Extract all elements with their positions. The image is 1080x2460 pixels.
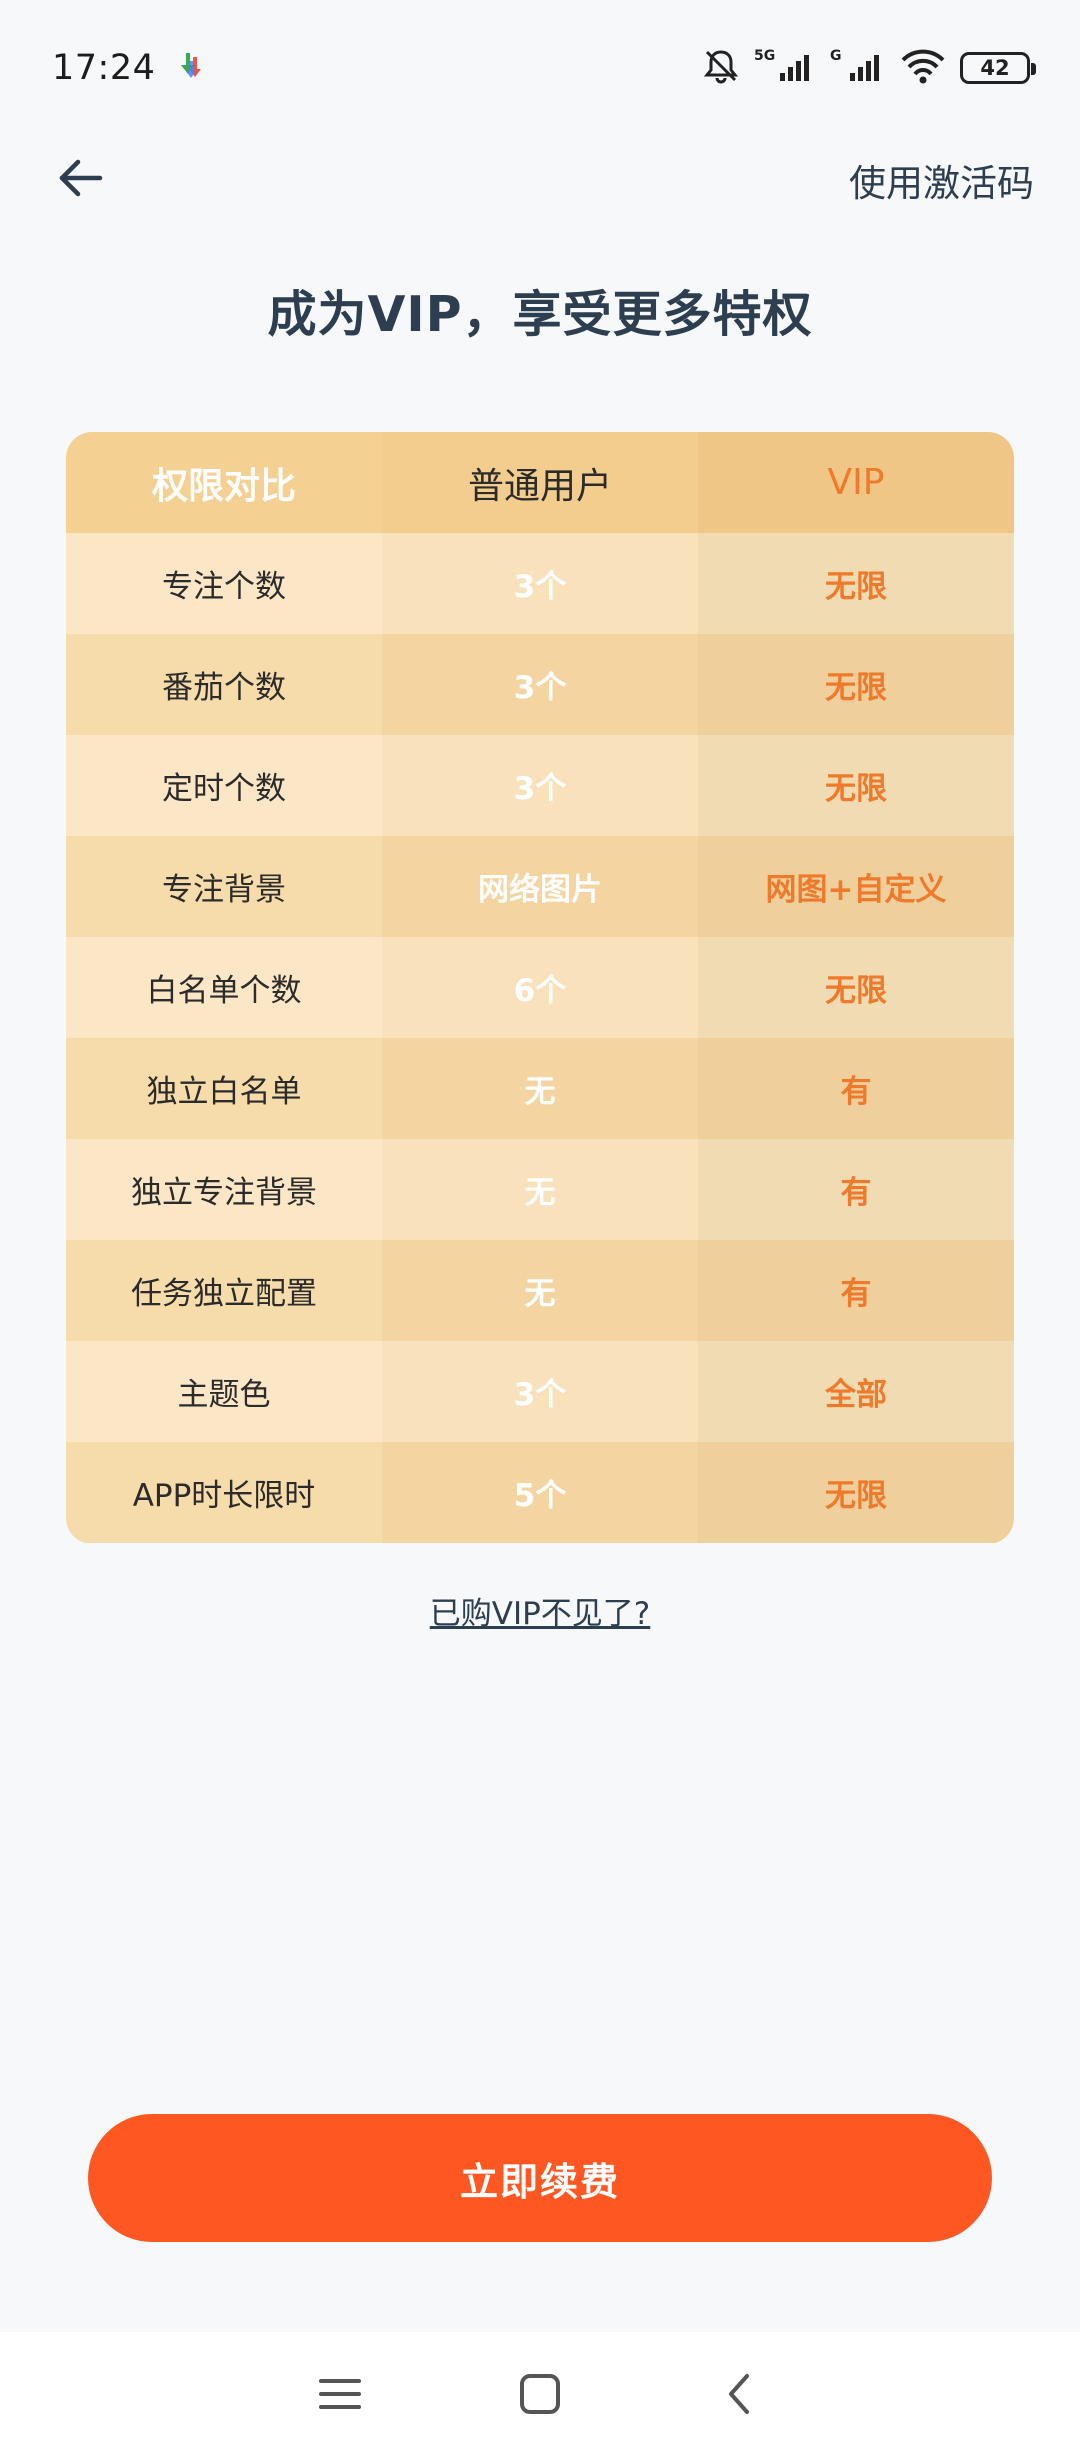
header: 使用激活码 bbox=[0, 135, 1080, 225]
header-vip: VIP bbox=[698, 432, 1014, 533]
vip-cell: 无限 bbox=[698, 1442, 1014, 1543]
back-button[interactable] bbox=[50, 150, 110, 210]
system-nav-bar bbox=[0, 2332, 1080, 2460]
vip-cell: 有 bbox=[698, 1139, 1014, 1240]
feature-cell: 独立白名单 bbox=[66, 1038, 382, 1139]
battery-icon: 42 bbox=[960, 51, 1036, 84]
normal-user-cell: 3个 bbox=[382, 735, 698, 836]
normal-user-cell: 3个 bbox=[382, 634, 698, 735]
feature-cell: 白名单个数 bbox=[66, 937, 382, 1038]
normal-user-cell: 无 bbox=[382, 1240, 698, 1341]
menu-icon bbox=[319, 2373, 361, 2419]
svg-text:G: G bbox=[830, 48, 842, 64]
status-right: 5G G 42 bbox=[702, 47, 1036, 89]
home-square-icon bbox=[519, 2373, 561, 2419]
svg-text:5G: 5G bbox=[754, 48, 775, 64]
feature-cell: 主题色 bbox=[66, 1341, 382, 1442]
normal-user-cell: 6个 bbox=[382, 937, 698, 1038]
normal-user-cell: 5个 bbox=[382, 1442, 698, 1543]
status-time: 17:24 bbox=[52, 47, 156, 88]
status-left: 17:24 bbox=[52, 48, 207, 88]
vip-cell: 有 bbox=[698, 1240, 1014, 1341]
vip-column: VIP 无限 无限 无限 网图+自定义 无限 有 有 有 全部 无限 bbox=[698, 432, 1014, 1544]
header-feature: 权限对比 bbox=[66, 432, 382, 533]
vip-cell: 无限 bbox=[698, 937, 1014, 1038]
nav-back-button[interactable] bbox=[705, 2361, 775, 2431]
signal-g-icon: G bbox=[830, 47, 886, 89]
status-bar: 17:24 5G G 42 bbox=[0, 0, 1080, 135]
feature-cell: 任务独立配置 bbox=[66, 1240, 382, 1341]
arrow-left-icon bbox=[56, 154, 104, 206]
feature-cell: 专注背景 bbox=[66, 836, 382, 937]
privilege-compare-table: 权限对比 专注个数 番茄个数 定时个数 专注背景 白名单个数 独立白名单 独立专… bbox=[66, 432, 1014, 1544]
back-chevron-icon bbox=[719, 2373, 761, 2419]
header-normal-user: 普通用户 bbox=[382, 432, 698, 533]
lost-vip-link[interactable]: 已购VIP不见了? bbox=[0, 1588, 1080, 1633]
vip-cell: 全部 bbox=[698, 1341, 1014, 1442]
feature-cell: 专注个数 bbox=[66, 533, 382, 634]
feature-cell: 独立专注背景 bbox=[66, 1139, 382, 1240]
normal-user-cell: 网络图片 bbox=[382, 836, 698, 937]
bell-muted-icon bbox=[702, 47, 740, 89]
nav-menu-button[interactable] bbox=[305, 2361, 375, 2431]
feature-column: 权限对比 专注个数 番茄个数 定时个数 专注背景 白名单个数 独立白名单 独立专… bbox=[66, 432, 382, 1544]
feature-cell: APP时长限时 bbox=[66, 1442, 382, 1543]
normal-user-cell: 3个 bbox=[382, 533, 698, 634]
page-title: 成为VIP，享受更多特权 bbox=[267, 286, 813, 343]
normal-user-column: 普通用户 3个 3个 3个 网络图片 6个 无 无 无 3个 5个 bbox=[382, 432, 698, 1544]
vip-cell: 无限 bbox=[698, 735, 1014, 836]
feature-cell: 定时个数 bbox=[66, 735, 382, 836]
signal-5g-icon: 5G bbox=[754, 47, 816, 89]
vip-cell: 无限 bbox=[698, 533, 1014, 634]
renew-now-button[interactable]: 立即续费 bbox=[88, 2114, 992, 2242]
vip-cell: 网图+自定义 bbox=[698, 836, 1014, 937]
nav-home-button[interactable] bbox=[505, 2361, 575, 2431]
download-arrows-icon bbox=[177, 51, 207, 85]
normal-user-cell: 无 bbox=[382, 1139, 698, 1240]
vip-cell: 有 bbox=[698, 1038, 1014, 1139]
vip-cell: 无限 bbox=[698, 634, 1014, 735]
normal-user-cell: 3个 bbox=[382, 1341, 698, 1442]
use-activation-code-link[interactable]: 使用激活码 bbox=[849, 153, 1034, 207]
normal-user-cell: 无 bbox=[382, 1038, 698, 1139]
feature-cell: 番茄个数 bbox=[66, 634, 382, 735]
wifi-icon bbox=[900, 47, 946, 89]
vip-page: 17:24 5G G 42 使用激活码 成为VIP，享受更多特权 权限对比 专注… bbox=[0, 0, 1080, 2460]
